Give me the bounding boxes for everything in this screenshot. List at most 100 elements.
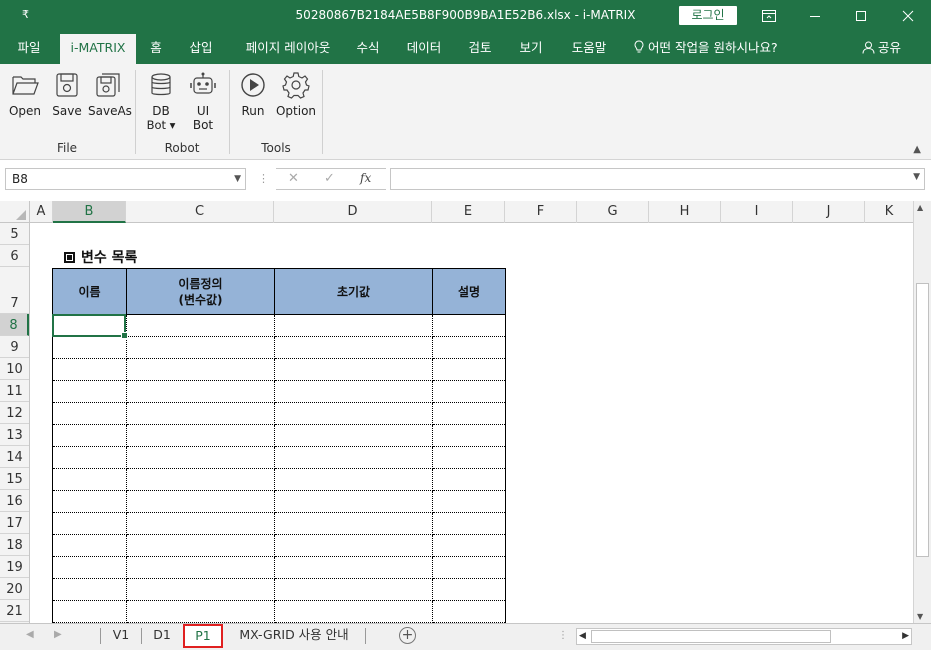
column-header[interactable]: G: [577, 201, 649, 223]
table-cell[interactable]: [126, 424, 275, 447]
row-header[interactable]: 10: [0, 358, 29, 380]
table-cell[interactable]: [126, 468, 275, 491]
ui-bot-button[interactable]: UI Bot: [186, 70, 220, 132]
column-header[interactable]: E: [432, 201, 505, 223]
header-description[interactable]: 설명: [432, 268, 506, 315]
table-cell[interactable]: [432, 578, 506, 601]
table-cell[interactable]: [274, 446, 433, 469]
tab-home[interactable]: 홈: [140, 32, 172, 64]
sheet-tab-v1[interactable]: V1: [102, 624, 140, 646]
table-cell[interactable]: [432, 336, 506, 359]
option-button[interactable]: Option: [274, 70, 318, 118]
scroll-left-icon[interactable]: ◀: [579, 631, 586, 641]
minimize-icon[interactable]: [792, 0, 838, 32]
table-cell[interactable]: [126, 556, 275, 579]
select-all-button[interactable]: [0, 201, 30, 223]
tab-review[interactable]: 검토: [460, 32, 500, 64]
sheet-tab-mx-grid-guide[interactable]: MX-GRID 사용 안내: [226, 624, 362, 646]
table-cell[interactable]: [52, 446, 127, 469]
table-cell[interactable]: [432, 512, 506, 535]
column-header[interactable]: I: [721, 201, 793, 223]
formula-bar-grip-icon[interactable]: ⋮: [258, 172, 269, 185]
insert-function-icon[interactable]: fx: [360, 171, 371, 185]
collapse-ribbon-icon[interactable]: ▲: [913, 144, 921, 155]
table-cell[interactable]: [274, 380, 433, 403]
table-cell[interactable]: [432, 358, 506, 381]
row-header[interactable]: 5: [0, 223, 29, 245]
table-cell[interactable]: [126, 358, 275, 381]
table-cell[interactable]: [52, 424, 127, 447]
check-icon[interactable]: ✓: [324, 171, 335, 186]
tab-split-grip-icon[interactable]: ⋮: [558, 630, 568, 641]
column-header[interactable]: D: [274, 201, 432, 223]
horizontal-scroll-thumb[interactable]: [591, 630, 831, 643]
column-header[interactable]: K: [865, 201, 913, 223]
column-header[interactable]: J: [793, 201, 865, 223]
save-as-button[interactable]: SaveAs: [88, 70, 132, 118]
table-cell[interactable]: [432, 446, 506, 469]
table-cell[interactable]: [432, 380, 506, 403]
table-cell[interactable]: [52, 402, 127, 425]
scroll-right-icon[interactable]: ▶: [902, 631, 909, 641]
table-cell[interactable]: [274, 534, 433, 557]
row-header[interactable]: 15: [0, 468, 29, 490]
column-header[interactable]: C: [126, 201, 274, 223]
close-icon[interactable]: [885, 0, 931, 32]
table-cell[interactable]: [126, 314, 275, 337]
next-sheet-icon[interactable]: ▶: [54, 629, 62, 640]
table-cell[interactable]: [432, 490, 506, 513]
tab-data[interactable]: 데이터: [396, 32, 452, 64]
column-header[interactable]: B: [53, 201, 126, 223]
table-cell[interactable]: [432, 314, 506, 337]
tab-file[interactable]: 파일: [6, 32, 52, 64]
table-cell[interactable]: [52, 534, 127, 557]
share-button[interactable]: 공유: [862, 32, 901, 64]
chevron-down-icon[interactable]: ▼: [234, 169, 241, 189]
table-cell[interactable]: [274, 424, 433, 447]
table-cell[interactable]: [126, 534, 275, 557]
table-cell[interactable]: [432, 402, 506, 425]
cancel-icon[interactable]: ✕: [288, 171, 299, 186]
row-header[interactable]: 18: [0, 534, 29, 556]
table-cell[interactable]: [52, 556, 127, 579]
table-cell[interactable]: [52, 358, 127, 381]
row-header[interactable]: 17: [0, 512, 29, 534]
table-cell[interactable]: [432, 534, 506, 557]
sheet-tab-p1[interactable]: P1: [183, 624, 223, 648]
table-cell[interactable]: [274, 578, 433, 601]
header-initial-value[interactable]: 초기값: [274, 268, 433, 315]
table-cell[interactable]: [274, 600, 433, 623]
table-cell[interactable]: [274, 314, 433, 337]
tell-me-search[interactable]: 어떤 작업을 원하시나요?: [634, 32, 778, 64]
vertical-scrollbar[interactable]: ▲ ▼: [913, 201, 931, 623]
name-box[interactable]: B8 ▼: [5, 168, 246, 190]
maximize-icon[interactable]: [838, 0, 884, 32]
add-sheet-icon[interactable]: +: [399, 627, 416, 644]
formula-input[interactable]: ▼: [390, 168, 925, 190]
tab-page-layout[interactable]: 페이지 레이아웃: [232, 32, 344, 64]
row-header[interactable]: 8: [0, 314, 29, 336]
table-cell[interactable]: [274, 358, 433, 381]
tab-formulas[interactable]: 수식: [348, 32, 388, 64]
worksheet-grid[interactable]: 변수 목록 이름 이름정의 (변수값) 초기값 설명: [30, 223, 913, 623]
row-header[interactable]: 20: [0, 578, 29, 600]
row-header[interactable]: 7: [0, 267, 29, 314]
tab-help[interactable]: 도움말: [562, 32, 616, 64]
table-cell[interactable]: [126, 446, 275, 469]
tab-insert[interactable]: 삽입: [180, 32, 222, 64]
tab-view[interactable]: 보기: [510, 32, 552, 64]
row-header[interactable]: 12: [0, 402, 29, 424]
table-cell[interactable]: [126, 600, 275, 623]
expand-formula-icon[interactable]: ▼: [913, 172, 920, 182]
table-cell[interactable]: [52, 336, 127, 359]
table-cell[interactable]: [52, 490, 127, 513]
prev-sheet-icon[interactable]: ◀: [26, 629, 34, 640]
scroll-up-icon[interactable]: ▲: [917, 203, 923, 212]
table-cell[interactable]: [126, 336, 275, 359]
table-cell[interactable]: [432, 600, 506, 623]
table-cell[interactable]: [432, 556, 506, 579]
row-header[interactable]: 13: [0, 424, 29, 446]
table-cell[interactable]: [52, 512, 127, 535]
table-cell[interactable]: [52, 600, 127, 623]
row-header[interactable]: 9: [0, 336, 29, 358]
